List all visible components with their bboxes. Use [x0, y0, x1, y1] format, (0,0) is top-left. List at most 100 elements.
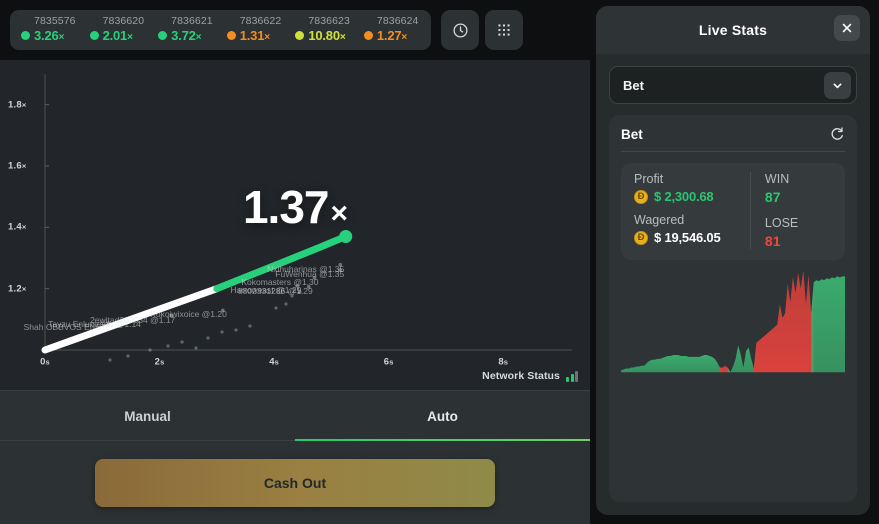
round-id: 7836624: [376, 15, 419, 28]
round-multiplier-value: 1.27: [376, 28, 402, 44]
y-axis-tick-label: 1.2×: [8, 283, 27, 295]
round-result-dot: [295, 30, 305, 40]
round-multiplier: 3.26×: [34, 29, 76, 44]
round-id: 7835576: [34, 15, 76, 28]
round-multiplier: 1.31×: [240, 29, 282, 44]
network-status-label: Network Status: [482, 370, 560, 382]
wagered-metric: Wagered Đ $ 19,546.05: [634, 213, 740, 245]
bet-metrics-money: Profit Đ $ 2,300.68 Wagered Đ $ 19,546.0…: [621, 172, 751, 249]
profit-sparkline-svg: [621, 272, 845, 373]
x-axis-tick-label: 6s: [383, 356, 394, 368]
round-multiplier-suffix: ×: [401, 32, 408, 44]
round-multiplier-value: 2.01: [102, 28, 128, 44]
bet-metrics: Profit Đ $ 2,300.68 Wagered Đ $ 19,546.0…: [621, 163, 845, 260]
round-multiplier-suffix: ×: [264, 32, 270, 44]
tab-auto[interactable]: Auto: [295, 391, 590, 441]
profit-value: $ 2,300.68: [654, 189, 714, 204]
round-result-dot: [21, 30, 30, 40]
bet-mode-tabs: Manual Auto: [0, 391, 590, 441]
close-icon: [842, 23, 852, 33]
dogecoin-icon: Đ: [634, 189, 648, 204]
stats-type-select-caret[interactable]: [824, 71, 851, 99]
round-multiplier: 2.01×: [103, 29, 145, 44]
dogecoin-icon: Đ: [634, 230, 648, 245]
round-history-item[interactable]: 7836620 2.01×: [85, 16, 152, 44]
round-result-dot: [89, 30, 99, 40]
multiplier-curve: [41, 230, 353, 354]
round-multiplier-suffix: ×: [58, 32, 65, 44]
lose-label: LOSE: [764, 216, 799, 230]
cash-out-button[interactable]: Cash Out: [95, 459, 495, 507]
crash-chart: 1.2× 1.4× 1.6× 1.8× 0s 2s 4s 6s 8s Nxihuharinas …: [0, 60, 590, 390]
live-stats-column: Live Stats Bet Bet Profit Đ $ 2,300.68 W…: [590, 0, 879, 524]
round-history-item[interactable]: 7836622 1.31×: [222, 16, 289, 44]
round-history-pill: 7835576 3.26× 7836620 2.01× 7836621 3.72× 7836…: [10, 10, 432, 50]
y-axis-tick-label: 1.6×: [8, 160, 27, 172]
sparkline-positive-area: [811, 276, 845, 373]
bet-stats-card: Bet Profit Đ $ 2,300.68 Wagered Đ $ 19,5…: [609, 115, 857, 502]
refresh-icon: [831, 127, 843, 140]
round-history-item[interactable]: 7835576 3.26×: [16, 16, 83, 44]
stats-type-select-value: Bet: [623, 77, 644, 93]
round-history-item[interactable]: 7836621 3.72×: [153, 16, 220, 44]
grid-dots-icon: [498, 24, 511, 36]
wagered-value: $ 19,546.05: [654, 230, 721, 245]
y-axis-tick-label: 1.8×: [8, 99, 27, 111]
x-axis-tick-label: 8s: [498, 356, 509, 368]
live-stats-body: Bet Bet Profit Đ $ 2,300.68 Wagered Đ $ …: [596, 54, 870, 515]
round-id: 7836621: [171, 15, 213, 28]
chart-axes: [44, 74, 572, 351]
bet-stats-header: Bet: [621, 126, 845, 152]
round-multiplier-value: 3.26: [34, 28, 59, 44]
refresh-stats-button[interactable]: [829, 126, 845, 142]
round-history-item[interactable]: 7836623 10.80×: [290, 16, 357, 44]
crash-game-app: 7835576 3.26× 7836620 2.01× 7836621 3.72× 7836…: [0, 0, 879, 524]
history-clock-button[interactable]: [441, 10, 480, 50]
grid-view-button[interactable]: [485, 10, 524, 50]
sparkline-negative-area: [753, 272, 814, 373]
cash-out-area: Cash Out: [0, 441, 590, 524]
profit-sparkline: [621, 272, 845, 490]
round-result-dot: [363, 30, 373, 40]
clock-icon: [453, 22, 468, 38]
round-id: 7836623: [308, 15, 350, 28]
profit-row: Đ $ 2,300.68: [634, 189, 740, 204]
round-history-item[interactable]: 7836624 1.27×: [359, 16, 426, 44]
x-axis-tick-label: 4s: [269, 356, 280, 368]
lose-value: 81: [764, 233, 781, 249]
round-result-dot: [226, 30, 236, 40]
curve-head-marker: [339, 230, 353, 244]
sparkline-positive-area: [621, 355, 723, 373]
round-history-bar: 7835576 3.26× 7836620 2.01× 7836621 3.72× 7836…: [0, 0, 590, 60]
network-status: Network Status: [482, 370, 578, 382]
chevron-down-icon: [833, 82, 842, 88]
x-axis-tick-label: 2s: [154, 356, 165, 368]
bet-control-panel: Manual Auto Cash Out: [0, 390, 590, 524]
crash-chart-stage: 1.2× 1.4× 1.6× 1.8× 0s 2s 4s 6s 8s Nxihuharinas …: [0, 60, 590, 390]
tab-manual[interactable]: Manual: [0, 391, 295, 441]
round-id: 7836620: [102, 15, 145, 28]
round-multiplier-suffix: ×: [339, 32, 346, 44]
round-multiplier: 1.27×: [377, 29, 419, 44]
bet-stats-title: Bet: [621, 126, 643, 142]
stats-type-select[interactable]: Bet: [609, 66, 857, 104]
round-id: 7836622: [239, 15, 282, 28]
win-label: WIN: [764, 172, 790, 186]
close-live-stats-button[interactable]: [834, 15, 860, 41]
round-multiplier: 3.72×: [171, 29, 213, 44]
round-multiplier-value: 10.80: [308, 28, 340, 44]
round-multiplier-value: 1.31: [239, 28, 265, 44]
round-multiplier-suffix: ×: [195, 32, 202, 44]
y-axis-tick-label: 1.4×: [8, 221, 27, 233]
signal-bars-icon: [566, 370, 578, 382]
round-result-dot: [158, 30, 168, 40]
wagered-row: Đ $ 19,546.05: [634, 230, 740, 245]
lose-metric: LOSE 81: [765, 216, 835, 249]
live-stats-title: Live Stats: [698, 22, 768, 38]
round-multiplier: 10.80×: [308, 29, 350, 44]
live-stats-header: Live Stats: [596, 6, 870, 54]
round-multiplier-suffix: ×: [127, 32, 133, 44]
wagered-label: Wagered: [634, 213, 685, 227]
win-value: 87: [764, 189, 781, 205]
game-column: 7835576 3.26× 7836620 2.01× 7836621 3.72× 7836…: [0, 0, 590, 524]
